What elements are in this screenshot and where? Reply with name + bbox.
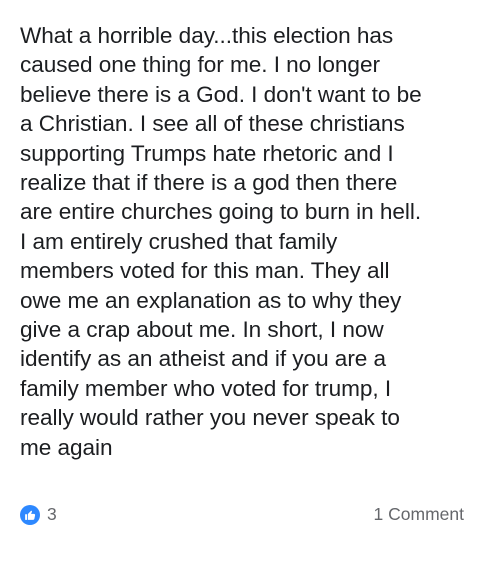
post-footer: 3 1 Comment: [20, 502, 464, 528]
post-body-text: What a horrible day...this election has …: [20, 21, 485, 462]
post-text-line: caused one thing for me. I no longer: [20, 52, 380, 78]
post-card: What a horrible day...this election has …: [0, 0, 500, 577]
post-text-line: family member who voted for trump, I: [20, 375, 392, 401]
thumbs-up-icon: [20, 505, 40, 525]
post-text-line: members voted for this man. They all: [20, 258, 390, 284]
comment-count-link[interactable]: 1 Comment: [374, 506, 464, 524]
post-text-line: owe me an explanation as to why they: [20, 287, 402, 313]
post-text-line: are entire churches going to burn in hel…: [20, 199, 422, 225]
post-text-line: identify as an atheist and if you are a: [20, 346, 387, 372]
post-text-line: supporting Trumps hate rhetoric and I: [20, 140, 394, 166]
post-text-line: believe there is a God. I don't want to …: [20, 81, 422, 107]
reaction-count: 3: [47, 504, 57, 525]
post-text-line: really would rather you never speak to: [20, 405, 400, 431]
reactions-summary[interactable]: 3: [20, 505, 57, 525]
post-text-line: give a crap about me. In short, I now: [20, 317, 384, 343]
post-text-line: What a horrible day...this election has: [20, 23, 394, 48]
post-text-line: a Christian. I see all of these christia…: [20, 111, 405, 137]
post-text-line: I am entirely crushed that family: [20, 228, 338, 254]
post-text-line: me again: [20, 434, 113, 460]
post-text-line: realize that if there is a god then ther…: [20, 170, 398, 196]
